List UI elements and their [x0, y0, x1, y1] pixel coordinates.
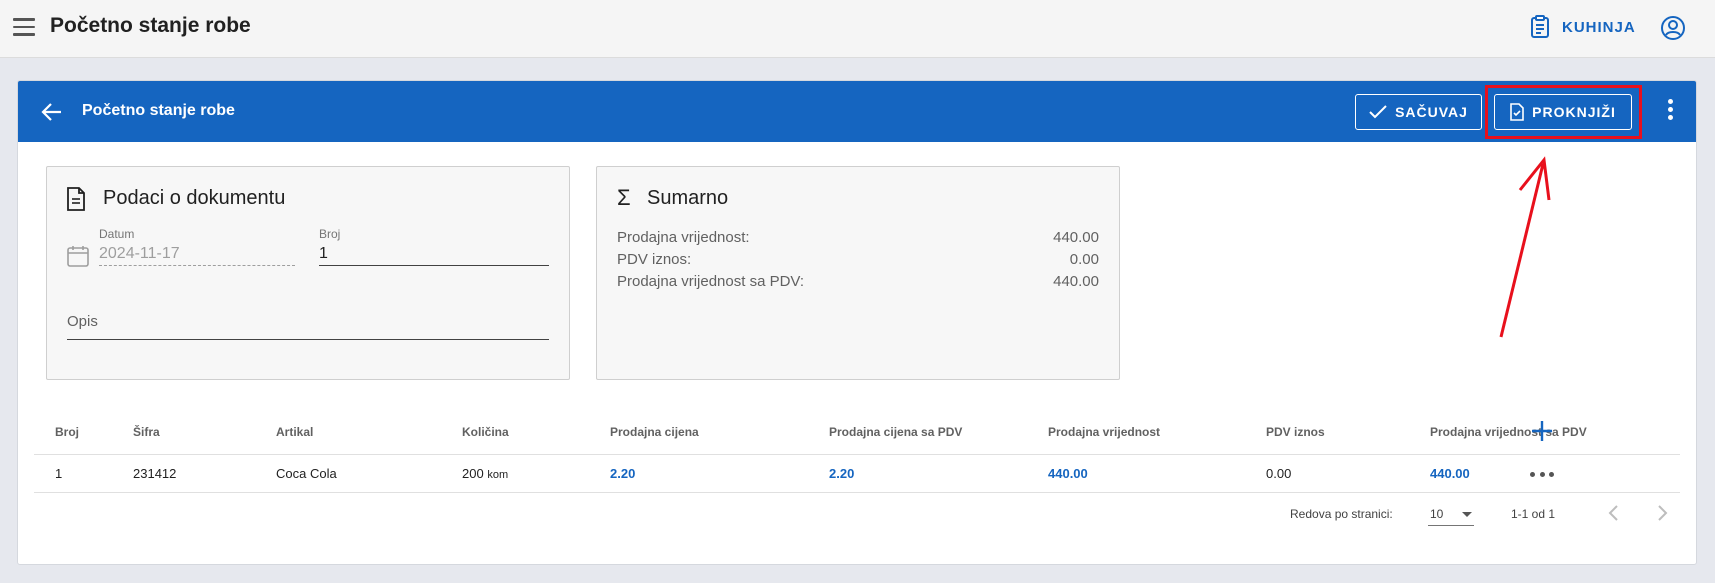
post-label: PROKNJIŽI	[1532, 104, 1616, 120]
card-header: Početno stanje robe SAČUVAJ PROKNJIŽI	[18, 81, 1696, 142]
number-underline	[319, 265, 549, 266]
kitchen-button[interactable]: KUHINJA	[1530, 15, 1636, 39]
number-label: Broj	[319, 227, 341, 241]
cell-broj: 1	[55, 466, 63, 481]
date-field[interactable]: 2024-11-17	[99, 245, 180, 263]
account-circle-icon	[1661, 16, 1685, 40]
document-panel-title: Podaci o dokumentu	[103, 187, 286, 209]
rows-per-page-value: 10	[1430, 507, 1444, 521]
description-underline	[67, 339, 549, 340]
app-title: Početno stanje robe	[50, 14, 251, 37]
account-button[interactable]	[1660, 15, 1686, 46]
table-row[interactable]: 1 231412 Coca Cola 200 kom 2.20 2.20 440…	[34, 455, 1680, 493]
cell-prodajna-cijena[interactable]: 2.20	[610, 466, 635, 481]
table-header: Broj Šifra Artikal Količina Prodajna cij…	[34, 411, 1680, 455]
file-check-icon	[1510, 103, 1524, 121]
sigma-icon: Σ	[617, 185, 631, 210]
summary-panel-title: Sumarno	[647, 187, 729, 209]
cell-prodajna-vrijednost-pdv[interactable]: 440.00	[1430, 466, 1470, 481]
quantity-unit: kom	[487, 469, 509, 481]
summary-label: Prodajna vrijednost sa PDV:	[617, 273, 805, 290]
more-vert-icon[interactable]	[1658, 99, 1682, 125]
column-header: Prodajna vrijednost	[1048, 425, 1161, 439]
post-button[interactable]: PROKNJIŽI	[1494, 94, 1632, 130]
more-horiz-icon[interactable]	[1530, 472, 1554, 478]
column-header: Artikal	[276, 425, 314, 439]
document-info-panel: Podaci o dokumentu Datum 2024-11-17 Broj…	[46, 166, 570, 380]
calendar-icon[interactable]	[67, 245, 89, 267]
column-header: Šifra	[133, 425, 160, 439]
summary-row: Prodajna vrijednost: 440.00	[617, 229, 1099, 246]
summary-value: 440.00	[1053, 229, 1099, 246]
quantity-value: 200	[462, 466, 484, 481]
clipboard-list-icon	[1531, 15, 1549, 38]
column-header: Prodajna vrijednost sa PDV	[1430, 425, 1587, 439]
save-button[interactable]: SAČUVAJ	[1355, 94, 1482, 130]
column-header: Količina	[462, 425, 509, 439]
header-title: Početno stanje robe	[82, 102, 235, 119]
cell-sifra: 231412	[133, 466, 177, 481]
number-field[interactable]: 1	[319, 245, 328, 263]
cell-artikal: Coca Cola	[276, 466, 337, 481]
column-header: Prodajna cijena sa PDV	[829, 425, 963, 439]
rows-per-page-label: Redova po stranici:	[1290, 507, 1393, 521]
summary-row: Prodajna vrijednost sa PDV: 440.00	[617, 273, 1099, 290]
add-row-button[interactable]	[1530, 419, 1554, 443]
summary-label: PDV iznos:	[617, 251, 692, 268]
cell-pdv-iznos: 0.00	[1266, 466, 1292, 481]
chevron-right-icon[interactable]	[1651, 502, 1673, 524]
cell-prodajna-vrijednost[interactable]: 440.00	[1048, 466, 1088, 481]
pagination-range: 1-1 od 1	[1511, 507, 1556, 521]
save-label: SAČUVAJ	[1395, 104, 1468, 120]
description-field[interactable]: Opis	[67, 313, 98, 330]
pagination: Redova po stranici: 10 1-1 od 1	[18, 496, 1696, 536]
summary-panel: Σ Sumarno Prodajna vrijednost: 440.00 PD…	[596, 166, 1120, 380]
summary-value: 440.00	[1053, 273, 1099, 290]
column-header: Prodajna cijena	[610, 425, 699, 439]
column-header: PDV iznos	[1266, 425, 1325, 439]
document-card: Početno stanje robe SAČUVAJ PROKNJIŽI Po…	[17, 80, 1697, 565]
items-table: Broj Šifra Artikal Količina Prodajna cij…	[34, 411, 1680, 493]
top-app-bar: Početno stanje robe KUHINJA	[0, 0, 1715, 58]
summary-row: PDV iznos: 0.00	[617, 251, 1099, 268]
cell-kolicina: 200 kom	[462, 466, 508, 481]
caret-down-icon	[1462, 512, 1472, 517]
summary-label: Prodajna vrijednost:	[617, 229, 750, 246]
chevron-left-icon[interactable]	[1603, 502, 1625, 524]
date-label: Datum	[99, 227, 135, 241]
document-icon	[67, 187, 85, 211]
cell-prodajna-cijena-pdv[interactable]: 2.20	[829, 466, 854, 481]
menu-icon[interactable]	[13, 18, 35, 36]
check-icon	[1369, 105, 1387, 119]
arrow-back-icon[interactable]	[40, 100, 64, 124]
kitchen-label: KUHINJA	[1562, 18, 1636, 36]
date-underline	[99, 265, 295, 266]
summary-value: 0.00	[1069, 251, 1099, 268]
rows-per-page-select[interactable]: 10	[1428, 500, 1474, 526]
column-header: Broj	[55, 425, 79, 439]
